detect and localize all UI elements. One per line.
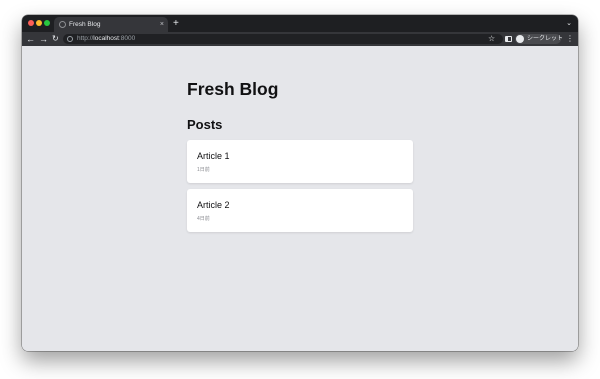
page-viewport: Fresh Blog Posts Article 1 1日前 Article 2… bbox=[22, 46, 578, 351]
profile-button[interactable]: シークレット bbox=[515, 34, 564, 44]
tab-strip: Fresh Blog × + ⌄ bbox=[22, 15, 578, 32]
address-bar[interactable]: http://localhost:8000 bbox=[63, 34, 503, 44]
tab-fresh-blog[interactable]: Fresh Blog × bbox=[54, 17, 168, 32]
kebab-menu-icon[interactable]: ⋮ bbox=[566, 32, 574, 46]
page-title: Fresh Blog bbox=[187, 79, 279, 99]
back-icon[interactable]: ← bbox=[26, 32, 35, 46]
post-date: 1日前 bbox=[197, 167, 210, 173]
reload-icon[interactable]: ↻ bbox=[52, 32, 59, 46]
profile-label: シークレット bbox=[527, 36, 564, 42]
browser-toolbar: ← → ↻ http://localhost:8000 ☆ シークレット ⋮ bbox=[22, 32, 578, 46]
url-port: :8000 bbox=[118, 35, 136, 42]
url-text: http://localhost:8000 bbox=[77, 34, 135, 44]
post-title[interactable]: Article 2 bbox=[197, 200, 230, 211]
window-maximize-button[interactable] bbox=[44, 20, 50, 26]
side-panel-icon[interactable] bbox=[505, 36, 512, 42]
new-tab-button[interactable]: + bbox=[173, 17, 179, 30]
tab-title: Fresh Blog bbox=[69, 21, 101, 28]
window-close-button[interactable] bbox=[28, 20, 34, 26]
post-date: 4日前 bbox=[197, 216, 210, 222]
posts-heading: Posts bbox=[187, 117, 223, 132]
post-card[interactable]: Article 2 4日前 bbox=[187, 189, 413, 232]
bookmark-star-icon[interactable]: ☆ bbox=[488, 32, 495, 46]
incognito-icon bbox=[516, 35, 524, 43]
post-card[interactable]: Article 1 1日前 bbox=[187, 140, 413, 183]
post-title[interactable]: Article 1 bbox=[197, 151, 230, 162]
url-scheme: http:// bbox=[77, 35, 94, 42]
browser-window: Fresh Blog × + ⌄ ← → ↻ http://localhost:… bbox=[22, 15, 578, 351]
window-minimize-button[interactable] bbox=[36, 20, 42, 26]
tab-search-icon[interactable]: ⌄ bbox=[566, 17, 572, 30]
globe-icon bbox=[59, 21, 66, 28]
close-tab-icon[interactable]: × bbox=[160, 19, 164, 30]
forward-icon[interactable]: → bbox=[39, 32, 48, 46]
site-info-icon[interactable] bbox=[67, 36, 73, 42]
url-host: localhost bbox=[93, 35, 119, 42]
